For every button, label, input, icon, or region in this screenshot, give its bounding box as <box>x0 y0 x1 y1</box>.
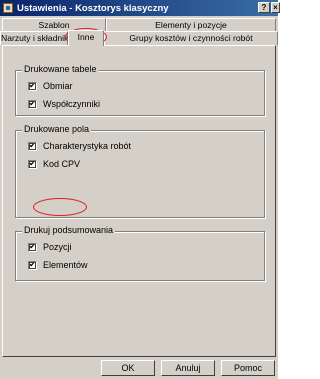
checkbox-label: Kod CPV <box>43 159 81 169</box>
checkbox-label: Elementów <box>43 260 88 270</box>
cancel-button[interactable]: Anuluj <box>161 360 215 376</box>
checkbox-label: Obmiar <box>43 81 73 91</box>
group-title: Drukowane tabele <box>22 64 99 74</box>
check-icon[interactable]: ✔ <box>28 242 37 252</box>
checkbox-obmiar[interactable]: ✔ Obmiar <box>28 81 73 91</box>
checkbox-label: Współczynniki <box>43 99 101 109</box>
check-icon[interactable]: ✔ <box>28 81 37 91</box>
group-drukuj-podsumowania: Drukuj podsumowania ✔ Pozycji ✔ Elementó… <box>15 225 265 281</box>
close-button[interactable]: × <box>271 2 280 13</box>
tab-grupy-kosztow[interactable]: Grupy kosztów i czynności robót <box>104 31 278 45</box>
ok-button[interactable]: OK <box>101 360 155 376</box>
group-drukowane-tabele: Drukowane tabele ✔ Obmiar ✔ Współczynnik… <box>15 64 265 116</box>
window-title: Ustawienia - Kosztorys klasyczny <box>17 2 169 14</box>
group-title: Drukuj podsumowania <box>22 225 116 235</box>
tab-inne[interactable]: Inne <box>68 30 104 46</box>
checkbox-label: Charakterystyka robót <box>43 141 132 151</box>
tab-panel-inne: Drukowane tabele ✔ Obmiar ✔ Współczynnik… <box>2 45 276 357</box>
help-title-button[interactable]: ? <box>258 2 270 13</box>
check-icon[interactable]: ✔ <box>28 99 37 109</box>
check-icon[interactable]: ✔ <box>28 141 37 151</box>
settings-dialog: Ustawienia - Kosztorys klasyczny ? × Sza… <box>0 0 280 379</box>
app-icon <box>3 3 13 13</box>
group-title: Drukowane pola <box>22 124 92 134</box>
checkbox-kod-cpv[interactable]: ✔ Kod CPV <box>28 159 80 169</box>
check-icon[interactable]: ✔ <box>28 260 37 270</box>
check-icon[interactable]: ✔ <box>28 159 37 169</box>
help-button[interactable]: Pomoc <box>221 360 275 376</box>
checkbox-elementow[interactable]: ✔ Elementów <box>28 260 88 270</box>
checkbox-label: Pozycji <box>43 242 72 252</box>
group-drukowane-pola: Drukowane pola ✔ Charakterystyka robót ✔… <box>15 124 265 218</box>
checkbox-wspolczynniki[interactable]: ✔ Współczynniki <box>28 99 100 109</box>
title-bar: Ustawienia - Kosztorys klasyczny ? × <box>0 0 280 16</box>
tab-elementy-i-pozycje[interactable]: Elementy i pozycje <box>106 18 276 32</box>
checkbox-pozycji[interactable]: ✔ Pozycji <box>28 242 72 252</box>
checkbox-charakterystyka-robot[interactable]: ✔ Charakterystyka robót <box>28 141 131 151</box>
tab-narzuty-i-skladniki[interactable]: Narzuty i składniki <box>0 31 70 45</box>
